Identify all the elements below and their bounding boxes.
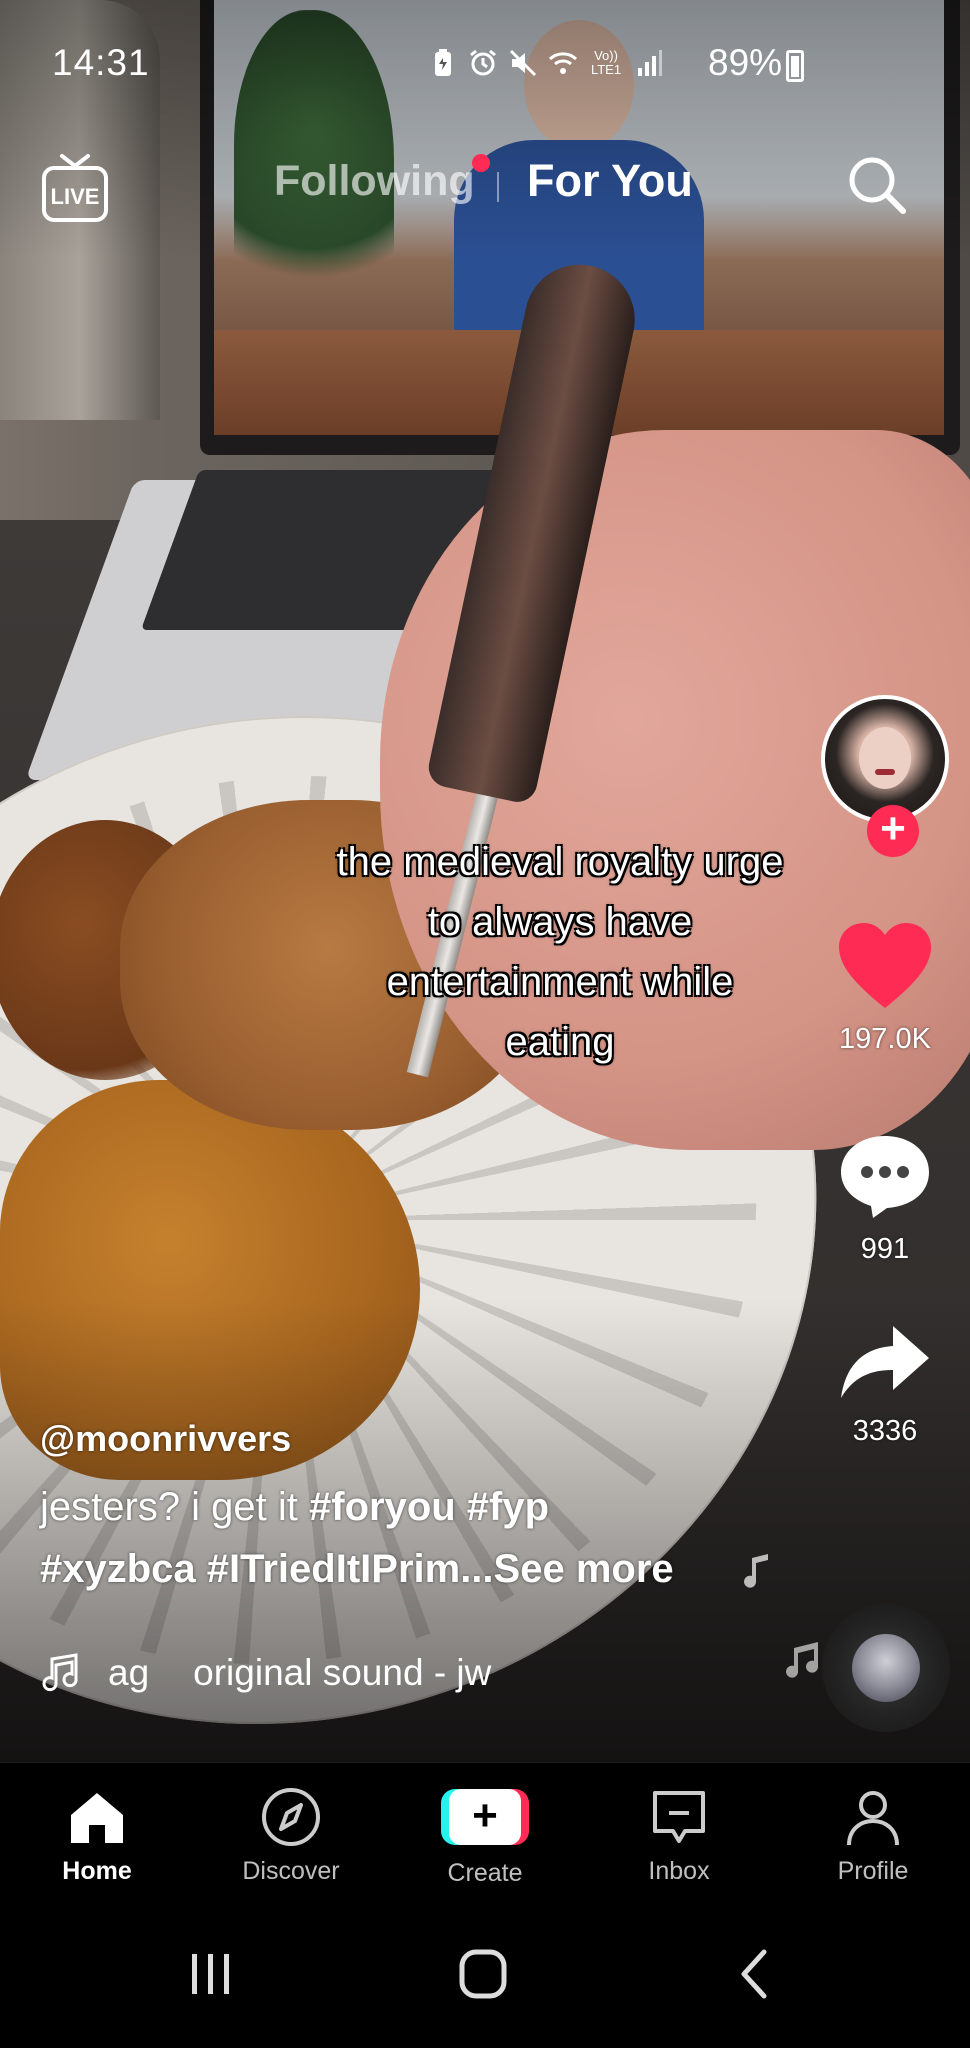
back-icon[interactable]: [716, 1944, 796, 2004]
music-title: original sound - jw: [193, 1652, 492, 1693]
tab-separator: [497, 172, 499, 202]
tab-for-you[interactable]: For You: [527, 155, 693, 207]
create-btn-face: +: [449, 1789, 521, 1845]
create-plus-icon: +: [441, 1789, 529, 1845]
nav-discover[interactable]: Discover: [194, 1785, 388, 1886]
description-hashtags-line2[interactable]: #xyzbca #ITriedItIPrim...: [40, 1547, 494, 1591]
like-count: 197.0K: [839, 1023, 931, 1055]
system-nav-bar: [0, 1902, 970, 2048]
status-bar: 14:31 Vo)) LTE1 89%: [0, 30, 970, 100]
home-system-icon[interactable]: [443, 1944, 523, 2004]
comment-button[interactable]: 991: [805, 1130, 965, 1266]
nav-home[interactable]: Home: [0, 1785, 194, 1886]
music-artist: ag: [108, 1652, 150, 1693]
volte-label: Vo)): [594, 48, 618, 63]
creator-avatar-button[interactable]: +: [821, 695, 949, 857]
battery-saver-icon: [435, 49, 451, 76]
compass-icon: [262, 1788, 320, 1846]
nav-profile-label: Profile: [837, 1857, 909, 1885]
mute-icon: [509, 49, 537, 77]
share-arrow-icon: [841, 1326, 929, 1398]
live-icon[interactable]: LIVE: [40, 150, 110, 225]
bottom-nav: Home Discover + Create Inbox Profile: [0, 1762, 970, 1903]
music-row[interactable]: ag original sound - jw: [40, 1648, 800, 1698]
search-icon[interactable]: [842, 150, 912, 220]
alarm-icon: [470, 49, 496, 76]
video-info: @moonrivvers jesters? i get it #foryou #…: [40, 1418, 800, 1600]
top-feed-nav: LIVE Following For You: [0, 140, 970, 230]
following-new-dot: [472, 154, 490, 172]
nav-inbox-label: Inbox: [648, 1857, 710, 1885]
live-label: LIVE: [51, 184, 100, 209]
recent-apps-icon[interactable]: [170, 1944, 250, 2004]
video-description[interactable]: jesters? i get it #foryou #fyp #xyzbca #…: [40, 1476, 800, 1600]
nav-home-label: Home: [62, 1857, 132, 1885]
inbox-icon: [653, 1791, 705, 1843]
nav-create[interactable]: + Create: [388, 1785, 582, 1888]
tiktok-screen: the medieval royalty urge to always have…: [0, 0, 970, 2048]
video-overlay-caption: the medieval royalty urge to always have…: [336, 840, 784, 1064]
floating-music-note-icon: [744, 1554, 768, 1588]
see-more-link[interactable]: See more: [494, 1547, 674, 1591]
nav-create-label: Create: [447, 1859, 523, 1887]
nav-profile[interactable]: Profile: [776, 1785, 970, 1886]
volte-icon: Vo)) LTE1: [588, 49, 624, 77]
signal-icon: [638, 50, 662, 76]
music-note-icon: [42, 1653, 78, 1692]
description-text: jesters? i get it: [40, 1485, 310, 1529]
nav-inbox[interactable]: Inbox: [582, 1785, 776, 1886]
heart-icon: [839, 923, 931, 1008]
comment-count: 991: [860, 1233, 910, 1265]
battery-percent: 89%: [708, 42, 783, 83]
share-count: 3336: [852, 1415, 918, 1447]
lte-label: LTE1: [590, 62, 622, 77]
description-hashtags[interactable]: #foryou #fyp: [309, 1485, 549, 1529]
status-icons: Vo)) LTE1: [428, 48, 664, 78]
follow-plus-button[interactable]: +: [867, 805, 919, 857]
status-time: 14:31: [52, 42, 150, 83]
share-button[interactable]: 3336: [805, 1320, 965, 1448]
like-button[interactable]: 197.0K: [805, 920, 965, 1056]
home-icon: [71, 1793, 123, 1843]
comment-icon: [841, 1136, 929, 1218]
profile-icon: [847, 1791, 899, 1846]
creator-username[interactable]: @moonrivvers: [40, 1418, 800, 1460]
music-disc-button[interactable]: [822, 1604, 950, 1732]
music-disc-cover: [852, 1634, 920, 1702]
battery-charging-icon: [786, 50, 804, 82]
tab-following[interactable]: Following: [274, 157, 475, 206]
nav-discover-label: Discover: [242, 1857, 340, 1885]
wifi-icon: [548, 52, 578, 74]
